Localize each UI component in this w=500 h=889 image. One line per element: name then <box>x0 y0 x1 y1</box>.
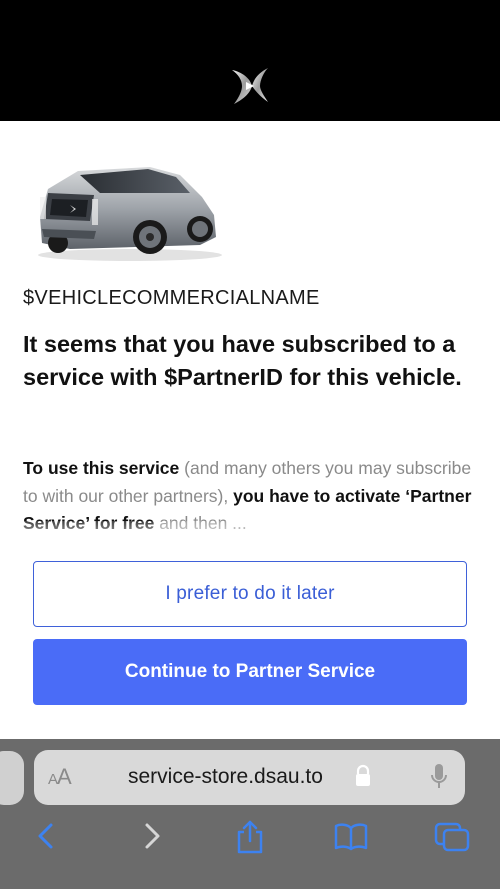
text-size-large-label: A <box>57 764 72 789</box>
browser-toolbar: AA service-store.dsau.to <box>0 739 500 889</box>
continue-button[interactable]: Continue to Partner Service <box>33 639 467 705</box>
address-bar[interactable]: AA service-store.dsau.to <box>34 750 465 805</box>
text-size-button[interactable]: AA <box>48 764 72 790</box>
header-bar <box>0 0 500 121</box>
content-fade <box>0 521 500 561</box>
previous-tab-preview[interactable] <box>0 751 24 805</box>
later-button[interactable]: I prefer to do it later <box>33 561 467 627</box>
vehicle-name: $VEHICLECOMMERCIALNAME <box>23 287 320 309</box>
page: $VEHICLECOMMERCIALNAME It seems that you… <box>0 0 500 889</box>
lock-icon <box>356 764 370 786</box>
bookmarks-icon[interactable] <box>333 821 369 851</box>
tabs-icon[interactable] <box>433 821 471 853</box>
headline: It seems that you have subscribed to a s… <box>23 331 462 390</box>
main-content: $VEHICLECOMMERCIALNAME It seems that you… <box>0 121 500 739</box>
continue-button-label: Continue to Partner Service <box>124 661 376 682</box>
back-icon[interactable] <box>36 821 56 851</box>
later-button-label: I prefer to do it later <box>165 583 335 604</box>
url-text: service-store.dsau.to <box>128 765 323 788</box>
description-bold-1: To use this service <box>23 458 180 478</box>
text-size-small-label: A <box>48 771 58 788</box>
share-icon[interactable] <box>234 819 266 855</box>
ds-automobiles-logo-icon <box>232 68 268 104</box>
forward-icon[interactable] <box>142 821 162 851</box>
microphone-icon[interactable] <box>429 762 449 792</box>
concept-car-image <box>38 167 222 261</box>
